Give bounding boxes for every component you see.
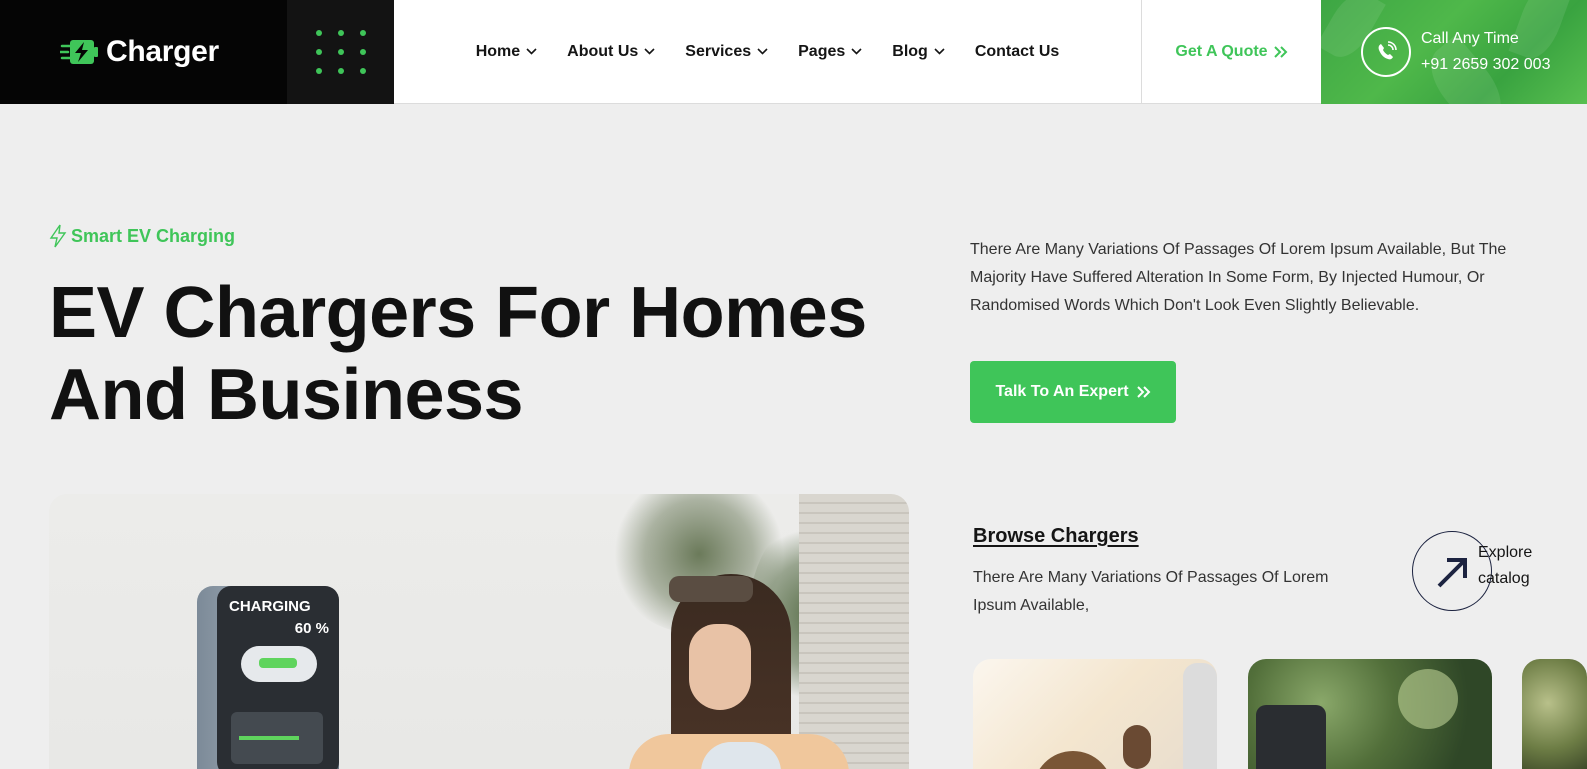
nav-item-home[interactable]: Home bbox=[476, 43, 537, 61]
browse-chargers-link[interactable]: Browse Chargers bbox=[973, 525, 1139, 548]
charger-screen-percent: 60 % bbox=[294, 620, 329, 637]
logo[interactable]: Charger bbox=[0, 0, 287, 104]
building bbox=[799, 494, 909, 769]
chevron-down-icon bbox=[934, 48, 945, 55]
hero-title-line1: EV Chargers For Homes bbox=[49, 273, 867, 353]
chevron-down-icon bbox=[644, 48, 655, 55]
nav-item-services[interactable]: Services bbox=[685, 43, 768, 61]
charger-station-graphic bbox=[1256, 705, 1326, 769]
explore-line2: catalog bbox=[1478, 570, 1530, 587]
hero-tagline: Smart EV Charging bbox=[49, 224, 235, 248]
menu-dots-button[interactable] bbox=[287, 0, 394, 104]
charger-screen-title: CHARGING bbox=[229, 598, 311, 615]
call-number[interactable]: +91 2659 302 003 bbox=[1421, 56, 1550, 74]
logo-text: Charger bbox=[106, 35, 219, 68]
hero-description: There Are Many Variations Of Passages Of… bbox=[970, 241, 1507, 314]
cta-label: Talk To An Expert bbox=[995, 383, 1129, 400]
double-chevron-right-icon bbox=[1273, 46, 1287, 58]
nav-item-label: Pages bbox=[798, 42, 846, 60]
dot-icon bbox=[337, 68, 344, 74]
charger-card[interactable] bbox=[973, 659, 1217, 769]
sunglasses bbox=[669, 576, 753, 602]
nav-item-pages[interactable]: Pages bbox=[798, 43, 862, 61]
dot-icon bbox=[359, 68, 366, 74]
charger-card[interactable] bbox=[1522, 659, 1587, 769]
hero-tagline-text: Smart EV Charging bbox=[71, 225, 236, 246]
nav-item-label: About Us bbox=[567, 42, 639, 60]
car-battery-graphic bbox=[241, 646, 317, 682]
charger-card[interactable] bbox=[1248, 659, 1492, 769]
charger-status-panel bbox=[231, 712, 323, 764]
hero-title: EV Chargers For Homes And Business bbox=[49, 272, 929, 436]
dot-icon bbox=[337, 30, 344, 36]
nav-item-label: Services bbox=[685, 42, 752, 60]
get-a-quote-label: Get A Quote bbox=[1175, 43, 1268, 60]
woman-face bbox=[689, 624, 751, 710]
nav-item-label: Blog bbox=[892, 42, 928, 60]
chevron-down-icon bbox=[526, 48, 537, 55]
hero-title-line2: And Business bbox=[49, 355, 524, 435]
ev-charger-screen: CHARGING 60 % bbox=[217, 586, 339, 769]
dot-icon bbox=[359, 30, 366, 36]
call-any-time-panel[interactable]: Call Any Time +91 2659 302 003 bbox=[1321, 0, 1587, 104]
phone-ringing-icon bbox=[1361, 27, 1411, 77]
explore-line1: Explore bbox=[1478, 544, 1533, 561]
explore-catalog-label[interactable]: Explore catalog bbox=[1478, 540, 1532, 592]
arrow-up-right-icon bbox=[1437, 558, 1467, 588]
site-header: Charger Home About Us Services Pages Blo bbox=[0, 0, 1587, 104]
main-nav: Home About Us Services Pages Blog Contac… bbox=[394, 0, 1141, 103]
call-text: Call Any Time +91 2659 302 003 bbox=[1421, 30, 1550, 74]
nav-item-label: Home bbox=[475, 42, 521, 60]
dot-icon bbox=[337, 49, 344, 55]
nav-item-label: Contact Us bbox=[974, 42, 1060, 60]
charging-cable-graphic bbox=[1033, 751, 1113, 769]
hero-image: CHARGING 60 % bbox=[49, 494, 909, 769]
chevron-down-icon bbox=[851, 48, 862, 55]
get-a-quote-link[interactable]: Get A Quote bbox=[1141, 0, 1321, 104]
nav-item-about-us[interactable]: About Us bbox=[567, 43, 655, 61]
foliage-graphic bbox=[1398, 669, 1458, 729]
dot-icon bbox=[315, 49, 322, 55]
lightning-plug-icon bbox=[60, 40, 98, 64]
chevron-down-icon bbox=[757, 48, 768, 55]
dot-icon bbox=[315, 68, 322, 74]
talk-to-an-expert-button[interactable]: Talk To An Expert bbox=[970, 361, 1176, 423]
lightning-icon bbox=[49, 224, 67, 248]
double-chevron-right-icon bbox=[1136, 386, 1150, 398]
dot-icon bbox=[315, 30, 322, 36]
nav-item-blog[interactable]: Blog bbox=[892, 43, 945, 61]
nav-item-contact-us[interactable]: Contact Us bbox=[975, 43, 1059, 61]
call-label: Call Any Time bbox=[1421, 30, 1519, 47]
wall-charger-graphic bbox=[1183, 663, 1217, 769]
browse-description: There Are Many Variations Of Passages Of… bbox=[973, 569, 1329, 614]
plug-graphic bbox=[1123, 725, 1151, 769]
dot-icon bbox=[359, 49, 366, 55]
